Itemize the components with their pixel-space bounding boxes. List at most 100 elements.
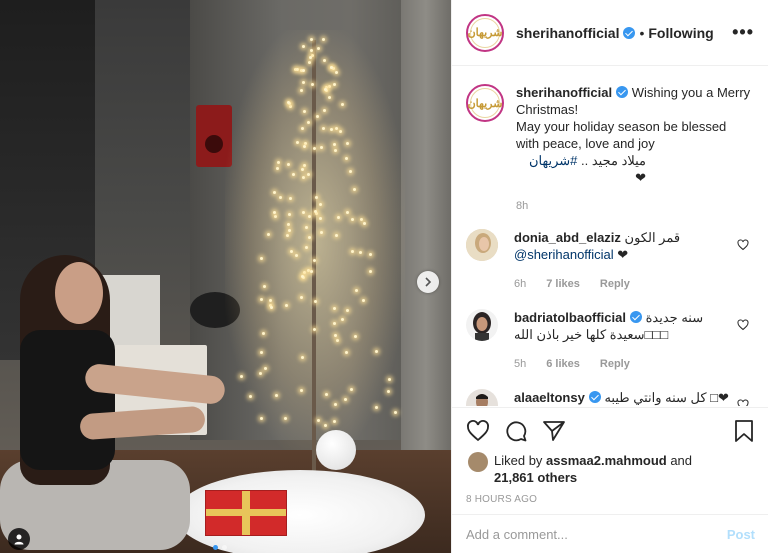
verified-badge-icon bbox=[623, 26, 636, 39]
author-avatar-logo: شريهان bbox=[468, 17, 502, 48]
photo-curtain bbox=[401, 0, 451, 470]
post-photo[interactable] bbox=[0, 0, 451, 553]
author-username[interactable]: sherihanofficial bbox=[516, 25, 619, 41]
user-tag-icon[interactable] bbox=[8, 528, 30, 550]
fairy-light bbox=[307, 172, 311, 176]
post-timestamp[interactable]: 8 hours ago bbox=[466, 494, 755, 505]
fairy-light bbox=[333, 419, 337, 423]
commenter-avatar[interactable] bbox=[466, 389, 498, 406]
likes-summary: Liked by assmaa2.mahmoud and 21,861 othe… bbox=[466, 452, 755, 486]
commenter-username[interactable]: badriatolbaofficial bbox=[514, 310, 626, 325]
fairy-light bbox=[350, 387, 354, 391]
commenter-avatar[interactable] bbox=[466, 309, 498, 341]
comment-input[interactable] bbox=[466, 526, 727, 542]
comment-likes[interactable]: 7 likes bbox=[546, 276, 580, 293]
caption-time[interactable]: 8h bbox=[516, 198, 528, 215]
carousel-dot-active bbox=[213, 545, 218, 550]
fairy-light bbox=[289, 249, 293, 253]
comment-text: سنه جديدة bbox=[645, 310, 704, 325]
fairy-light bbox=[350, 249, 354, 253]
reply-button[interactable]: Reply bbox=[600, 276, 630, 293]
fairy-light bbox=[300, 127, 304, 131]
fairy-light bbox=[333, 321, 337, 325]
fairy-light bbox=[323, 108, 327, 112]
caption-heart: ❤ bbox=[635, 170, 646, 185]
fairy-light bbox=[348, 170, 352, 174]
fairy-light bbox=[320, 145, 324, 149]
commenter-username[interactable]: alaaeltonsy bbox=[514, 390, 585, 405]
reply-button[interactable]: Reply bbox=[600, 356, 630, 373]
photo-person-face bbox=[55, 262, 103, 324]
fairy-light bbox=[295, 140, 299, 144]
fairy-light bbox=[361, 299, 365, 303]
caption-line3: ميلاد مجيد .. bbox=[577, 153, 646, 168]
caption-line2: May your holiday season be blessed with … bbox=[516, 119, 727, 151]
fairy-light bbox=[343, 397, 347, 401]
comment-bubble-icon[interactable] bbox=[504, 419, 528, 443]
liked-by-prefix: Liked by bbox=[494, 453, 547, 468]
fairy-light bbox=[318, 202, 322, 206]
fairy-light bbox=[314, 195, 318, 199]
more-options-icon[interactable]: ••• bbox=[732, 22, 754, 43]
verified-badge-icon bbox=[588, 391, 601, 403]
post-header: شريهان sherihanofficial • Following ••• bbox=[452, 0, 768, 66]
liked-by-user[interactable]: assmaa2.mahmoud bbox=[546, 453, 667, 468]
fairy-light bbox=[363, 221, 367, 225]
share-paper-plane-icon[interactable] bbox=[542, 419, 566, 443]
fairy-light bbox=[374, 405, 378, 409]
verified-badge-icon bbox=[629, 311, 642, 323]
fairy-light bbox=[313, 146, 317, 150]
like-comment-heart-icon[interactable] bbox=[737, 319, 749, 331]
comment-text: كل سنه وانتي طيبه □❤ bbox=[604, 390, 729, 405]
fairy-light bbox=[345, 141, 349, 145]
fairy-light bbox=[313, 299, 317, 303]
comment-likes[interactable]: 6 likes bbox=[546, 356, 580, 373]
comment-item: donia_abd_elaziz قمر الكون @sherihanoffi… bbox=[466, 229, 755, 293]
save-bookmark-icon[interactable] bbox=[733, 419, 755, 443]
fairy-light bbox=[301, 175, 305, 179]
fairy-light bbox=[259, 297, 263, 301]
comment-text-line2: سعيدة كلها خير باذن الله□□□ bbox=[514, 327, 669, 342]
photo-ornament-ball bbox=[316, 430, 356, 470]
caption-hashtag[interactable]: #شريهان bbox=[529, 153, 577, 168]
next-image-button[interactable] bbox=[417, 271, 439, 293]
fairy-light bbox=[335, 338, 339, 342]
fairy-light bbox=[387, 389, 391, 393]
fairy-light bbox=[275, 393, 279, 397]
comment-mention[interactable]: @sherihanofficial bbox=[514, 247, 614, 262]
caption-username[interactable]: sherihanofficial bbox=[516, 85, 612, 100]
fairy-light bbox=[352, 187, 356, 191]
fairy-light bbox=[302, 109, 306, 113]
like-comment-heart-icon[interactable] bbox=[737, 239, 749, 251]
commenter-username[interactable]: donia_abd_elaziz bbox=[514, 230, 621, 245]
fairy-light bbox=[308, 235, 312, 239]
comment-time[interactable]: 5h bbox=[514, 356, 526, 373]
photo-gift-box bbox=[205, 490, 287, 536]
like-heart-icon[interactable] bbox=[466, 419, 490, 443]
comment-time[interactable]: 6h bbox=[514, 276, 526, 293]
fairy-light bbox=[309, 37, 313, 41]
action-icons bbox=[466, 418, 755, 444]
like-comment-heart-icon[interactable] bbox=[737, 399, 749, 406]
caption-avatar[interactable]: شريهان bbox=[466, 84, 504, 122]
fairy-light bbox=[286, 100, 290, 104]
fairy-light bbox=[288, 196, 292, 200]
post-comment-button[interactable]: Post bbox=[727, 527, 755, 542]
fairy-light bbox=[262, 284, 266, 288]
commenter-avatar[interactable] bbox=[466, 229, 498, 261]
fairy-light bbox=[309, 55, 313, 59]
photo-tree-trunk bbox=[312, 40, 316, 490]
fairy-light bbox=[272, 191, 276, 195]
fairy-light bbox=[295, 68, 299, 72]
liker-avatar[interactable] bbox=[468, 452, 488, 472]
fairy-light bbox=[333, 333, 337, 337]
caption-avatar-logo: شريهان bbox=[468, 88, 502, 118]
likes-others-link[interactable]: 21,861 others bbox=[494, 470, 577, 485]
carousel-indicator bbox=[213, 545, 227, 550]
comments-list[interactable]: شريهان sherihanofficial Wishing you a Me… bbox=[452, 66, 768, 406]
author-avatar[interactable]: شريهان bbox=[466, 13, 504, 52]
following-button[interactable]: Following bbox=[648, 25, 713, 41]
comment-item: badriatolbaofficial سنه جديدة سعيدة كلها… bbox=[466, 309, 755, 373]
post-panel: شريهان sherihanofficial • Following ••• … bbox=[451, 0, 768, 553]
fairy-light bbox=[340, 317, 344, 321]
